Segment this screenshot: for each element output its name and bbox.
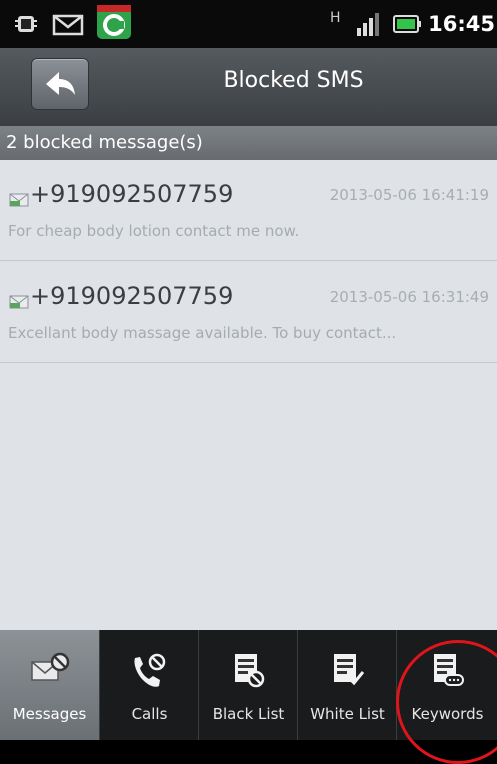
status-time: 16:45: [428, 12, 495, 36]
blocked-sms-icon: [9, 295, 29, 309]
tab-white-list[interactable]: White List: [297, 630, 396, 740]
tab-label: Black List: [212, 705, 285, 723]
bottom-tab-bar: Messages Calls Black List White List Key…: [0, 630, 497, 740]
message-preview: For cheap body lotion contact me now.: [8, 222, 300, 240]
android-debug-icon: [15, 16, 37, 32]
tab-black-list[interactable]: Black List: [198, 630, 297, 740]
message-blocked-icon: [30, 652, 69, 681]
comodo-app-icon: [97, 5, 131, 39]
tab-calls[interactable]: Calls: [99, 630, 198, 740]
phone-blocked-icon: [134, 653, 166, 687]
message-item[interactable]: +919092507759 2013-05-06 16:41:19 For ch…: [0, 160, 497, 261]
tab-label: Calls: [131, 705, 168, 723]
keywords-icon: [434, 654, 464, 686]
status-bar: H 16:45: [0, 0, 497, 48]
page-title: Blocked SMS: [223, 68, 364, 93]
message-sender: +919092507759: [30, 282, 234, 310]
blocked-count-label: 2 blocked message(s): [0, 126, 497, 160]
title-bar: Blocked SMS: [0, 48, 497, 127]
battery-icon: [393, 15, 421, 33]
blocked-sms-screen: H 16:45 Blocked SMS 2 blocked message(s): [0, 0, 497, 764]
network-h-icon: H: [330, 10, 341, 26]
message-item[interactable]: +919092507759 2013-05-06 16:31:49 Excell…: [0, 262, 497, 363]
message-sender: +919092507759: [30, 180, 234, 208]
mail-notification-icon: [52, 14, 84, 36]
signal-icon: [357, 13, 379, 36]
tab-label: White List: [310, 705, 385, 723]
tab-label: Messages: [12, 705, 87, 723]
message-time: 2013-05-06 16:41:19: [329, 186, 489, 204]
tab-keywords[interactable]: Keywords: [396, 630, 497, 740]
blacklist-icon: [235, 654, 265, 688]
tab-messages[interactable]: Messages: [0, 630, 99, 740]
blocked-sms-icon: [9, 193, 29, 207]
tab-label: Keywords: [411, 705, 484, 723]
message-preview: Excellant body massage available. To buy…: [8, 324, 397, 342]
message-time: 2013-05-06 16:31:49: [329, 288, 489, 306]
whitelist-icon: [334, 654, 365, 686]
